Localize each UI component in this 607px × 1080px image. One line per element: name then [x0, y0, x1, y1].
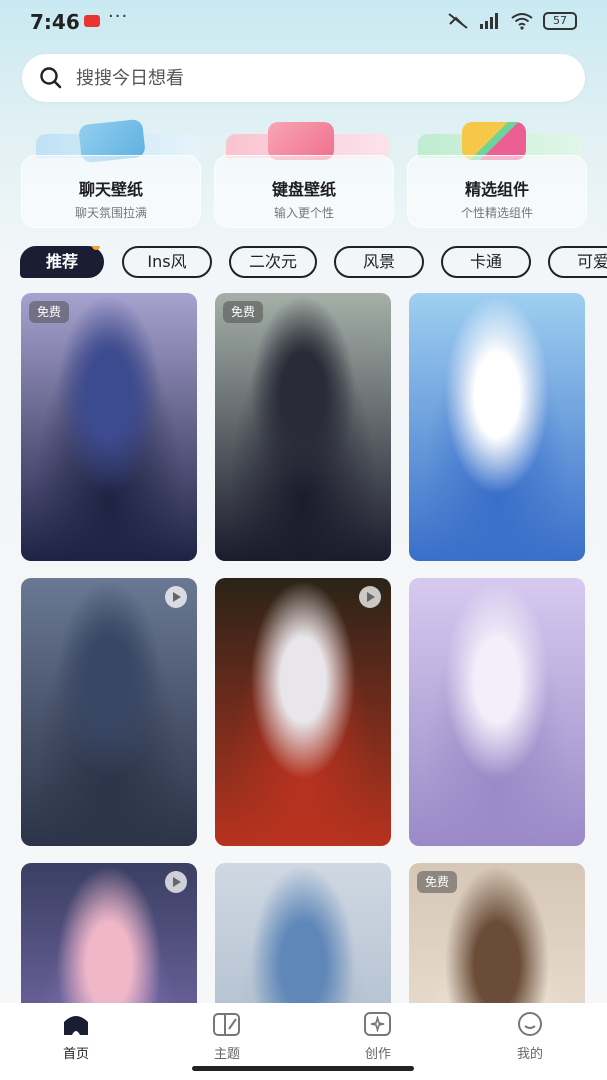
free-badge: 免费: [223, 301, 264, 323]
wallpaper-card[interactable]: [21, 578, 197, 846]
wallpaper-image: [21, 293, 197, 561]
wifi-icon: [511, 13, 533, 30]
play-icon: [359, 586, 381, 608]
profile-icon: [518, 1012, 542, 1036]
wallpaper-card[interactable]: [215, 863, 391, 1003]
wallpaper-image: [21, 578, 197, 846]
wallpaper-image: [215, 578, 391, 846]
tab-label: 推荐: [45, 252, 78, 271]
widget-card-subtitle: 个性精选组件: [460, 206, 533, 220]
free-badge: 免费: [417, 871, 458, 893]
nav-theme[interactable]: 主题: [182, 1011, 272, 1062]
nav-profile-label: 我的: [516, 1047, 543, 1062]
search-input[interactable]: [76, 67, 536, 89]
tab-label: 卡通: [469, 252, 502, 271]
nav-profile[interactable]: 我的: [485, 1011, 575, 1062]
keyboard-wallpaper-title: 键盘壁纸: [271, 180, 336, 199]
tab-label: 二次元: [248, 252, 297, 271]
wallpaper-card[interactable]: [21, 863, 197, 1003]
wallpaper-image: [215, 863, 391, 1003]
tab-cute[interactable]: 可爱: [548, 246, 607, 278]
home-icon: [64, 1016, 88, 1035]
create-icon: [364, 1012, 391, 1036]
tab-ins[interactable]: Ins风: [122, 246, 212, 278]
wallpaper-image: [215, 293, 391, 561]
keyboard-wallpaper-subtitle: 输入更个性: [273, 206, 334, 220]
wallpaper-card[interactable]: 免费: [215, 293, 391, 561]
nav-theme-label: 主题: [213, 1047, 240, 1062]
tab-cartoon[interactable]: 卡通: [441, 246, 531, 278]
battery-icon: 57: [543, 12, 577, 30]
status-icons: 57: [447, 12, 577, 30]
wallpaper-card[interactable]: 免费: [21, 293, 197, 561]
tab-label: Ins风: [147, 252, 187, 271]
nav-home-label: 首页: [62, 1047, 89, 1062]
nav-create-label: 创作: [364, 1047, 391, 1062]
widget-card-title: 精选组件: [464, 180, 529, 199]
wallpaper-image: [409, 293, 585, 561]
play-icon: [165, 586, 187, 608]
tab-label: 可爱: [576, 252, 607, 271]
tab-anime[interactable]: 二次元: [229, 246, 317, 278]
wallpaper-card[interactable]: [409, 578, 585, 846]
status-time: 7:46: [30, 10, 80, 34]
wallpaper-image: [409, 578, 585, 846]
home-indicator[interactable]: [192, 1066, 414, 1071]
status-bar: 7:46 ··· 57: [0, 0, 607, 44]
chat-wallpaper-subtitle: 聊天氛围拉满: [74, 206, 147, 220]
nav-home[interactable]: 首页: [31, 1011, 121, 1062]
widget-card[interactable]: 精选组件 个性精选组件: [407, 155, 587, 228]
category-tabs: 推荐 Ins风 二次元 风景 卡通 可爱: [20, 246, 607, 280]
wallpaper-card[interactable]: [409, 293, 585, 561]
wallpaper-grid: 免费 免费 免费: [0, 293, 607, 1003]
tab-recommended[interactable]: 推荐: [20, 246, 104, 278]
nav-create[interactable]: 创作: [333, 1011, 423, 1062]
tab-label: 风景: [362, 252, 395, 271]
mute-icon: [448, 13, 468, 29]
signal-icon: [480, 13, 498, 29]
search-bar[interactable]: [22, 54, 585, 102]
free-badge: 免费: [29, 301, 70, 323]
search-icon: [40, 67, 62, 89]
wallpaper-card[interactable]: [215, 578, 391, 846]
chat-wallpaper-title: 聊天壁纸: [78, 180, 143, 199]
tab-scenery[interactable]: 风景: [334, 246, 424, 278]
keyboard-wallpaper-card[interactable]: 键盘壁纸 输入更个性: [214, 155, 394, 228]
theme-icon: [213, 1013, 240, 1036]
notification-app-icon: [84, 15, 100, 27]
chat-wallpaper-card[interactable]: 聊天壁纸 聊天氛围拉满: [21, 155, 201, 228]
wallpaper-card[interactable]: 免费: [409, 863, 585, 1003]
more-notifications-icon: ···: [108, 6, 129, 27]
play-icon: [165, 871, 187, 893]
